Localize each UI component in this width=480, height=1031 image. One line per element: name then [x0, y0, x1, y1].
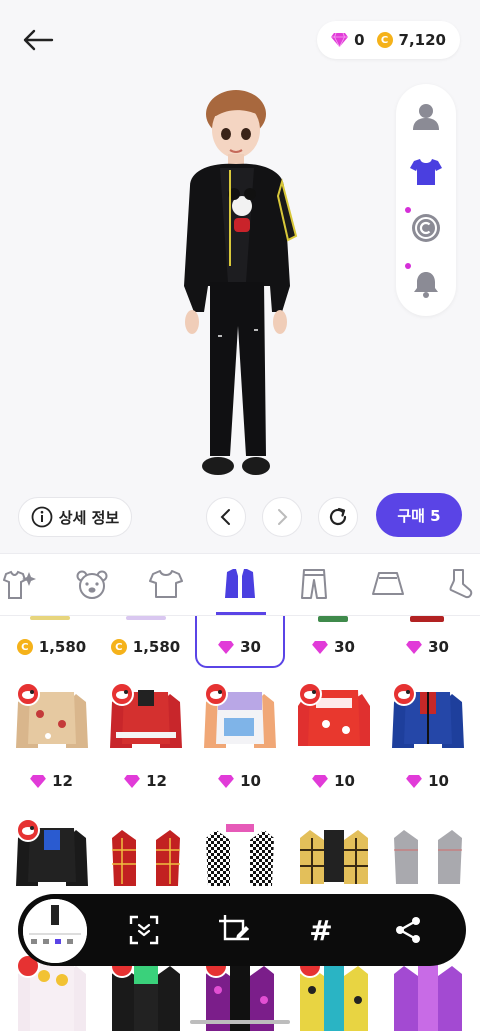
avatar-stage: 0 C 7,120 상세 정보 구매 5 [0, 0, 480, 552]
scroll-capture-icon [129, 915, 159, 945]
item-thumbnail-grey-blazer[interactable] [390, 820, 466, 892]
hashtag-button[interactable]: # [301, 910, 341, 950]
crop-edit-button[interactable] [214, 910, 254, 950]
refresh-icon [329, 507, 347, 526]
gem-icon [218, 640, 234, 654]
coin-count: 7,120 [398, 31, 446, 49]
gem-icon [406, 774, 422, 788]
share-button[interactable] [388, 910, 428, 950]
redo-button[interactable] [262, 497, 302, 537]
tab-bear[interactable] [72, 564, 112, 604]
bear-icon [76, 570, 108, 599]
undo-button[interactable] [206, 497, 246, 537]
preview-image [23, 899, 87, 963]
chevron-left-icon [220, 509, 230, 525]
tab-sock[interactable] [440, 564, 480, 604]
item-thumbnail [126, 616, 166, 620]
item-price: 12 [146, 772, 167, 790]
tshirt-icon [149, 570, 183, 598]
item-price: 12 [52, 772, 73, 790]
gem-icon [406, 640, 422, 654]
item-thumbnail-purple-sequin-jacket[interactable] [390, 956, 466, 1031]
gem-icon [312, 640, 328, 654]
back-arrow-icon [23, 29, 54, 51]
item-price: 10 [428, 772, 449, 790]
back-button[interactable] [18, 22, 58, 58]
detail-info-label: 상세 정보 [58, 508, 120, 527]
gem-icon [124, 774, 140, 788]
avatar-figure[interactable] [172, 86, 312, 478]
item-price: 1,580 [132, 638, 181, 656]
clothing-button[interactable] [406, 152, 446, 192]
item-thumbnail-yellow-plaid-jacket[interactable] [296, 820, 372, 892]
snoopy-badge-icon [110, 682, 134, 706]
item-price: 10 [240, 772, 261, 790]
coin-icon: C [376, 32, 393, 48]
item-price: 30 [334, 638, 355, 656]
detail-info-button[interactable]: 상세 정보 [18, 497, 132, 537]
item-thumbnail-red-plaid-jacket[interactable] [108, 820, 184, 892]
active-tab-indicator [216, 612, 266, 615]
tab-pants[interactable] [294, 564, 334, 604]
gem-icon [218, 774, 234, 788]
copyright-icon [412, 214, 440, 242]
home-indicator [190, 1020, 290, 1024]
snoopy-badge-icon [204, 682, 228, 706]
notification-button[interactable] [406, 264, 446, 304]
snoopy-badge-icon [392, 682, 416, 706]
copyright-button[interactable] [406, 208, 446, 248]
floating-toolbar: # [18, 894, 466, 966]
avatar-profile-button[interactable] [406, 96, 446, 136]
snoopy-badge-icon [16, 682, 40, 706]
chevron-right-icon [278, 509, 288, 525]
item-thumbnail-houndstooth-jacket[interactable] [202, 820, 278, 892]
share-icon [396, 917, 420, 943]
item-thumbnail [410, 616, 444, 622]
item-thumbnail [30, 616, 70, 620]
gem-icon [30, 774, 46, 788]
tshirt-filled-icon [410, 159, 442, 185]
item-price: 1,580 [38, 638, 87, 656]
reset-button[interactable] [318, 497, 358, 537]
crop-edit-icon [219, 915, 249, 941]
item-thumbnail [318, 616, 348, 622]
tab-outfit-set[interactable] [0, 564, 40, 604]
snoopy-badge-icon [298, 682, 322, 706]
gem-icon [331, 33, 349, 47]
item-price: 30 [240, 638, 261, 656]
item-price: 30 [428, 638, 449, 656]
screen: 0 C 7,120 상세 정보 구매 5 C 1,580 C 1,580 30 … [0, 0, 480, 1031]
currency-balance[interactable]: 0 C 7,120 [317, 21, 460, 59]
sock-icon [449, 569, 473, 599]
gem-icon [312, 774, 328, 788]
skirt-icon [372, 572, 404, 595]
item-grid: C 1,580 C 1,580 30 30 30 12 12 10 10 10 [0, 616, 480, 1031]
tab-skirt[interactable] [368, 564, 408, 604]
snoopy-badge-icon [16, 818, 40, 842]
outfit-set-icon [3, 570, 36, 599]
coin-icon: C [16, 639, 33, 655]
scroll-capture-button[interactable] [124, 910, 164, 950]
gem-count: 0 [354, 31, 365, 49]
screenshot-thumbnail[interactable] [20, 896, 90, 966]
tab-tshirt[interactable] [146, 564, 186, 604]
coin-icon: C [110, 639, 127, 655]
buy-button[interactable]: 구매 5 [376, 493, 462, 537]
info-icon [31, 506, 53, 528]
side-panel [396, 84, 456, 316]
category-tabs [0, 553, 480, 616]
item-price: 10 [334, 772, 355, 790]
pants-icon [301, 569, 327, 599]
person-icon [413, 104, 439, 130]
bell-icon [414, 272, 438, 298]
